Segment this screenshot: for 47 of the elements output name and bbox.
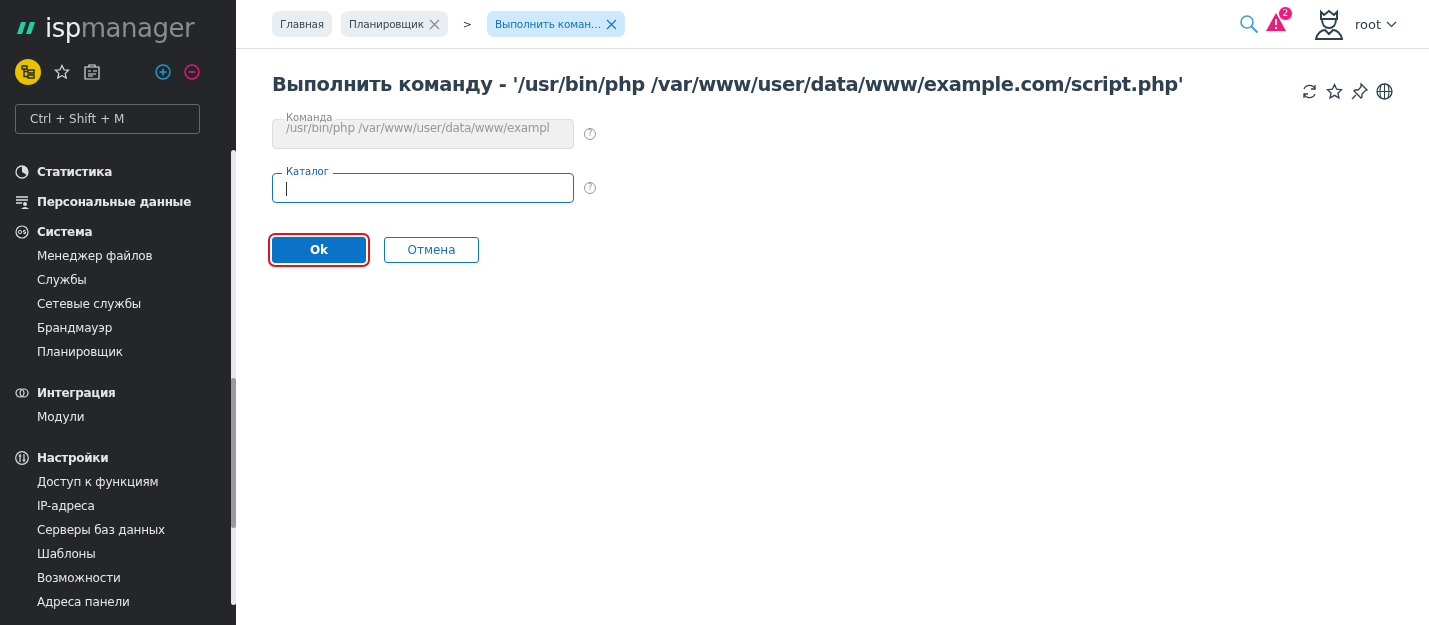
close-icon[interactable]: [606, 18, 618, 30]
menu-item[interactable]: Серверы баз данных: [15, 518, 222, 542]
remove-icon[interactable]: [184, 64, 200, 80]
rings-icon: [15, 386, 29, 400]
menu-item[interactable]: Менеджер файлов: [15, 244, 222, 268]
menu-section[interactable]: Персональные данные: [37, 195, 191, 209]
user-list-icon: [15, 195, 29, 209]
menu-section[interactable]: Система: [37, 225, 93, 239]
breadcrumb-separator: >: [462, 17, 473, 31]
os-icon: [15, 225, 29, 239]
notification-badge: 2: [1277, 6, 1293, 21]
menu-item[interactable]: Брандмауэр: [15, 316, 222, 340]
user-menu[interactable]: root: [1350, 16, 1397, 32]
menu-item[interactable]: Планировщик: [15, 340, 222, 364]
menu-section[interactable]: Настройки: [37, 451, 109, 465]
refresh-icon[interactable]: [1301, 83, 1318, 100]
close-icon[interactable]: [428, 18, 440, 30]
search-field[interactable]: Ctrl + Shift + M: [15, 104, 200, 134]
logo-text: ispmanager: [45, 13, 195, 43]
menu-item[interactable]: Адреса панели: [15, 590, 222, 614]
menu-item[interactable]: Возможности: [15, 566, 222, 590]
globe-icon[interactable]: [1376, 83, 1393, 100]
menu-section[interactable]: Статистика: [37, 165, 112, 179]
user-avatar-icon[interactable]: [1312, 8, 1345, 40]
breadcrumb-tab[interactable]: Планировщик: [340, 11, 448, 37]
search-icon[interactable]: [1238, 14, 1259, 34]
breadcrumb-tab[interactable]: Выполнить коман…: [487, 11, 626, 37]
clipboard-icon[interactable]: [83, 63, 101, 81]
pin-icon[interactable]: [1351, 83, 1368, 100]
page-title: Выполнить команду - '/usr/bin/php /var/www/user/data/www/example.com/script.php': [272, 73, 1185, 96]
star-icon[interactable]: [1326, 83, 1343, 100]
menu-item[interactable]: Сетевые службы: [15, 292, 222, 316]
scrollbar[interactable]: [231, 150, 236, 605]
breadcrumb-tab[interactable]: Главная: [272, 11, 332, 37]
caret-icon[interactable]: [1386, 20, 1397, 28]
menu-item[interactable]: Шаблоны: [15, 542, 222, 566]
text-field[interactable]: Каталог: [272, 166, 574, 203]
tree-icon[interactable]: [15, 59, 41, 85]
menu-item[interactable]: Службы: [15, 268, 222, 292]
cancel-button[interactable]: Отмена: [384, 237, 479, 263]
sliders-icon: [15, 451, 29, 465]
menu-item[interactable]: Доступ к функциям: [15, 470, 222, 494]
menu-item[interactable]: Модули: [15, 405, 222, 429]
menu-section[interactable]: Интеграция: [37, 386, 116, 400]
menu-item[interactable]: IP-адреса: [15, 494, 222, 518]
add-icon[interactable]: [155, 64, 171, 80]
pie-chart-icon: [15, 165, 29, 179]
